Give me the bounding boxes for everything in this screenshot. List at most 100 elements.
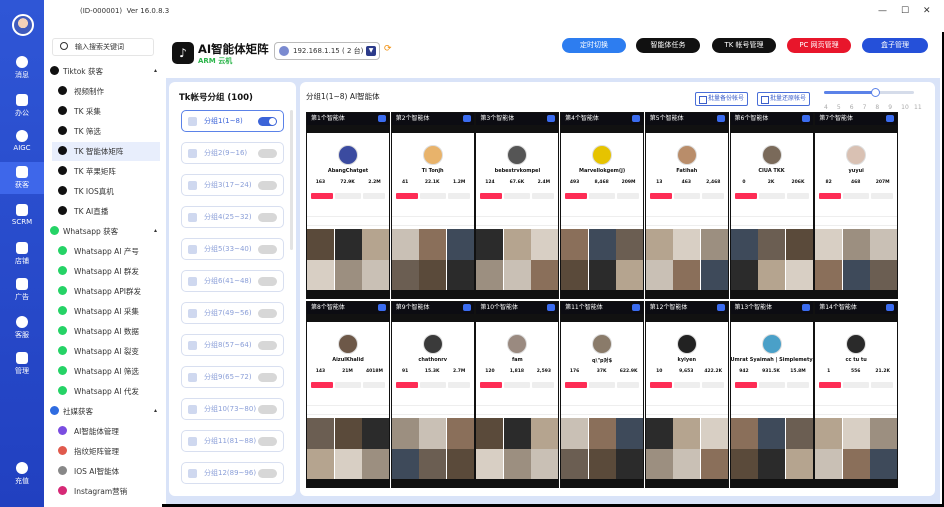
video-thumbnail[interactable] bbox=[588, 449, 616, 480]
video-thumbnail[interactable] bbox=[446, 449, 474, 480]
sidebar-item-wa-api-broadcast[interactable]: Whatsapp API群发 bbox=[52, 282, 160, 301]
device-menu-icon[interactable] bbox=[378, 115, 386, 122]
rail-item-shop[interactable]: 店铺 bbox=[0, 242, 44, 266]
video-thumbnail[interactable] bbox=[870, 449, 898, 480]
device-card[interactable]: 第13个智能体 Umrat Syaimah | Simplemetyse 942 93… bbox=[729, 301, 814, 488]
rail-item-recharge[interactable]: 充值 bbox=[0, 462, 44, 486]
video-thumbnail[interactable] bbox=[673, 260, 701, 291]
device-card[interactable]: 第10个智能体 fam 120 1,818 2,593 bbox=[475, 301, 560, 488]
group-toggle[interactable] bbox=[258, 213, 277, 222]
group-toggle[interactable] bbox=[258, 245, 277, 254]
video-thumbnail[interactable] bbox=[419, 260, 447, 291]
sidebar-item-wa-broadcast[interactable]: Whatsapp AI 群发 bbox=[52, 262, 160, 281]
device-menu-icon[interactable] bbox=[462, 304, 471, 311]
video-thumbnail[interactable] bbox=[785, 260, 813, 291]
video-thumbnail[interactable] bbox=[476, 418, 504, 449]
video-thumbnail[interactable] bbox=[476, 449, 504, 480]
video-thumbnail[interactable] bbox=[307, 418, 334, 449]
video-thumbnail[interactable] bbox=[758, 418, 785, 449]
group-item[interactable]: 分组11(81~88) bbox=[181, 430, 284, 452]
sidebar-item-wa-proxy-send[interactable]: Whatsapp AI 代发 bbox=[52, 382, 160, 401]
video-thumbnail[interactable] bbox=[785, 229, 813, 260]
sidebar-item-tk-apple-matrix[interactable]: TK 苹果矩阵 bbox=[52, 162, 160, 181]
group-item[interactable]: 分组2(9~16) bbox=[181, 142, 284, 164]
video-thumbnail[interactable] bbox=[673, 449, 701, 480]
group-item[interactable]: 分组9(65~72) bbox=[181, 366, 284, 388]
refresh-icon[interactable]: ⟳ bbox=[384, 44, 392, 54]
video-thumbnail[interactable] bbox=[758, 260, 785, 291]
rail-item-acquire[interactable]: 获客 bbox=[0, 162, 44, 194]
video-thumbnail[interactable] bbox=[503, 418, 531, 449]
video-thumbnail[interactable] bbox=[785, 449, 813, 480]
sidebar-item-ios-ai-agent[interactable]: IOS AI智能体 bbox=[52, 462, 160, 481]
device-card[interactable]: 第9个智能体 chathonrv 91 15.3K 2.7M bbox=[390, 301, 475, 488]
group-toggle[interactable] bbox=[258, 117, 277, 126]
video-thumbnail[interactable] bbox=[730, 229, 758, 260]
sidebar-item-tk-collect[interactable]: TK 采集 bbox=[52, 102, 160, 121]
scrollbar[interactable] bbox=[290, 110, 293, 250]
device-card[interactable]: 第11个智能体 q\"p对$ 176 37K 622.9K bbox=[560, 301, 645, 488]
zoom-slider[interactable] bbox=[824, 88, 914, 97]
video-thumbnail[interactable] bbox=[870, 229, 898, 260]
device-card[interactable]: 第1个智能体 AbangChatget 163 72.9K 2.2M bbox=[306, 112, 390, 299]
video-thumbnail[interactable] bbox=[700, 449, 728, 480]
video-thumbnail[interactable] bbox=[588, 229, 616, 260]
maximize-button[interactable]: ☐ bbox=[901, 6, 909, 16]
video-thumbnail[interactable] bbox=[730, 418, 758, 449]
video-thumbnail[interactable] bbox=[391, 260, 419, 291]
sidebar-item-tk-agent-matrix[interactable]: TK 智能体矩阵 bbox=[52, 142, 160, 161]
sidebar-item-tk-ios-device[interactable]: TK IOS真机 bbox=[52, 182, 160, 201]
group-toggle[interactable] bbox=[258, 373, 277, 382]
video-thumbnail[interactable] bbox=[391, 229, 419, 260]
tk-account-button[interactable]: TK 帐号管理 bbox=[712, 38, 776, 53]
video-thumbnail[interactable] bbox=[334, 260, 362, 291]
video-thumbnail[interactable] bbox=[616, 229, 644, 260]
sidebar-item-fingerprint-matrix[interactable]: 指纹矩阵管理 bbox=[52, 442, 160, 461]
sidebar-item-wa-filter[interactable]: Whatsapp AI 筛选 bbox=[52, 362, 160, 381]
video-thumbnail[interactable] bbox=[616, 449, 644, 480]
sidebar-item-tk-ai-live[interactable]: TK AI直播 bbox=[52, 202, 160, 221]
device-ip-select[interactable]: 192.168.1.15 ( 2 台) ▼ bbox=[274, 42, 380, 60]
group-toggle[interactable] bbox=[258, 469, 277, 478]
device-card[interactable]: 第12个智能体 kyiyen 10 9,653 422.2K bbox=[644, 301, 729, 488]
sidebar-item-wa-collect[interactable]: Whatsapp AI 采集 bbox=[52, 302, 160, 321]
group-toggle[interactable] bbox=[258, 405, 277, 414]
video-thumbnail[interactable] bbox=[503, 229, 531, 260]
video-thumbnail[interactable] bbox=[561, 449, 589, 480]
device-card[interactable]: 第7个智能体 yuyui 82 468 207M bbox=[814, 112, 899, 299]
video-thumbnail[interactable] bbox=[645, 260, 673, 291]
sidebar-item-instagram[interactable]: Instagram营销 bbox=[52, 482, 160, 501]
video-thumbnail[interactable] bbox=[362, 229, 389, 260]
video-thumbnail[interactable] bbox=[419, 449, 447, 480]
close-button[interactable]: ✕ bbox=[923, 6, 931, 16]
video-thumbnail[interactable] bbox=[673, 229, 701, 260]
video-thumbnail[interactable] bbox=[700, 418, 728, 449]
sidebar-item-video-make[interactable]: 视频制作 bbox=[52, 82, 160, 101]
group-toggle[interactable] bbox=[258, 341, 277, 350]
rail-item-messages[interactable]: 消息 bbox=[0, 56, 44, 80]
device-card[interactable]: 第14个智能体 cc tu tu 1 556 21.2K bbox=[814, 301, 899, 488]
sidebar-item-ai-agent-manage[interactable]: AI智能体管理 bbox=[52, 422, 160, 441]
video-thumbnail[interactable] bbox=[785, 418, 813, 449]
group-item[interactable]: 分组8(57~64) bbox=[181, 334, 284, 356]
video-thumbnail[interactable] bbox=[307, 449, 334, 480]
schedule-switch-button[interactable]: 定时切换 bbox=[562, 38, 626, 53]
video-thumbnail[interactable] bbox=[870, 418, 898, 449]
rail-item-office[interactable]: 办公 bbox=[0, 94, 44, 118]
video-thumbnail[interactable] bbox=[419, 229, 447, 260]
box-manage-button[interactable]: 盒子管理 bbox=[862, 38, 928, 53]
video-thumbnail[interactable] bbox=[446, 229, 474, 260]
group-item[interactable]: 分组4(25~32) bbox=[181, 206, 284, 228]
video-thumbnail[interactable] bbox=[616, 260, 644, 291]
video-thumbnail[interactable] bbox=[645, 449, 673, 480]
video-thumbnail[interactable] bbox=[842, 229, 870, 260]
video-thumbnail[interactable] bbox=[419, 418, 447, 449]
video-thumbnail[interactable] bbox=[531, 449, 559, 480]
video-thumbnail[interactable] bbox=[758, 449, 785, 480]
video-thumbnail[interactable] bbox=[730, 260, 758, 291]
group-toggle[interactable] bbox=[258, 277, 277, 286]
video-thumbnail[interactable] bbox=[531, 260, 559, 291]
group-toggle[interactable] bbox=[258, 309, 277, 318]
search-input[interactable]: 输入搜索关键词 bbox=[52, 38, 154, 56]
device-menu-icon[interactable] bbox=[547, 115, 556, 122]
